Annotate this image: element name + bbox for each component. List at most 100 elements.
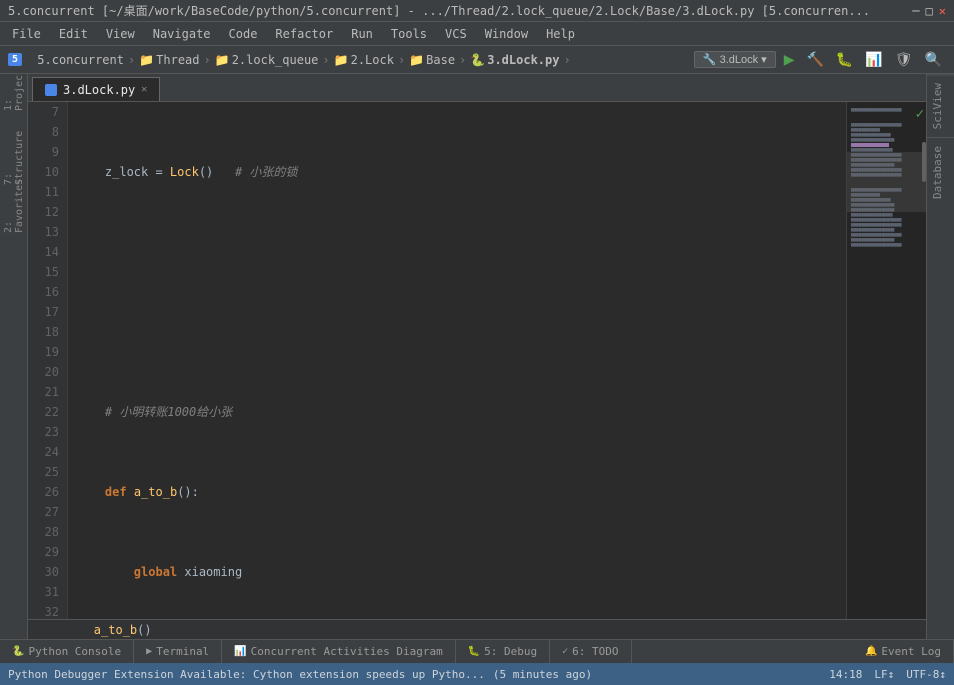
breadcrumb-bar: 5 5.concurrent › 📁 Thread › 📁 2.lock_que… xyxy=(0,46,954,74)
line-num-26: 26 xyxy=(32,482,59,502)
line-num-22: 22 xyxy=(32,402,59,422)
right-panel: SciView Database xyxy=(926,74,954,639)
maximize-btn[interactable]: □ xyxy=(926,4,933,18)
tab-close-btn[interactable]: ✕ xyxy=(141,84,147,95)
structure-icon-panel[interactable]: 7: Structure xyxy=(2,146,26,170)
breadcrumb-concurrent[interactable]: 5.concurrent xyxy=(37,53,124,67)
concurrent-icon: 📊 xyxy=(234,646,246,657)
profile-btn[interactable]: 📊 xyxy=(861,49,886,70)
debug-btn[interactable]: 🐛 xyxy=(832,49,857,70)
line-num-27: 27 xyxy=(32,502,59,522)
breadcrumb-folder-icon2: 📁 xyxy=(215,53,230,67)
line-num-23: 23 xyxy=(32,422,59,442)
concurrent-label: Concurrent Activities Diagram xyxy=(251,645,443,658)
todo-icon: ✓ xyxy=(562,646,568,657)
status-message: Python Debugger Extension Available: Cyt… xyxy=(8,668,485,681)
line-num-31: 31 xyxy=(32,582,59,602)
close-btn[interactable]: ✕ xyxy=(939,4,946,18)
breadcrumb-file-icon: 🐍 xyxy=(470,53,485,67)
line-num-20: 20 xyxy=(32,362,59,382)
status-right: 14:18 LF↕ UTF-8↕ xyxy=(829,668,946,681)
breadcrumb-folder-icon3: 📁 xyxy=(334,53,349,67)
line-numbers: 7 8 9 10 ▼11 12 13 14 15 ▼16 17 18 19 20… xyxy=(28,102,68,619)
run-btn[interactable]: ▶ xyxy=(780,49,799,70)
coverage-btn[interactable]: 🛡 xyxy=(891,49,917,70)
bottom-tab-terminal[interactable]: ▶ Terminal xyxy=(134,640,222,663)
status-bar: Python Debugger Extension Available: Cyt… xyxy=(0,663,954,685)
breadcrumb-thread[interactable]: Thread xyxy=(156,53,199,67)
terminal-icon: ▶ xyxy=(146,646,152,657)
favorites-icon[interactable]: 2: Favorites xyxy=(2,194,26,218)
vtab-database[interactable]: Database xyxy=(927,137,954,207)
menu-vcs[interactable]: VCS xyxy=(437,25,475,43)
eventlog-label: Event Log xyxy=(881,645,941,658)
line-num-16: ▼16 xyxy=(32,282,59,302)
line-num-21: 21 xyxy=(32,382,59,402)
left-panel: 1: Project 7: Structure 2: Favorites xyxy=(0,74,28,639)
code-content[interactable]: z_lock = Lock() # 小张的锁 # 小明转账1000给小张 def… xyxy=(68,102,846,619)
title-bar: 5.concurrent [~/桌面/work/BaseCode/python/… xyxy=(0,0,954,22)
bottom-tab-debug[interactable]: 🐛 5: Debug xyxy=(456,640,550,663)
python-file-icon xyxy=(45,84,57,96)
menu-edit[interactable]: Edit xyxy=(51,25,96,43)
debug-icon: 🐛 xyxy=(468,646,480,657)
menu-tools[interactable]: Tools xyxy=(383,25,435,43)
line-num-17: 17 xyxy=(32,302,59,322)
line-num-28: 28 xyxy=(32,522,59,542)
breadcrumb-folder-icon4: 📁 xyxy=(409,53,424,67)
todo-label: 6: TODO xyxy=(572,645,618,658)
line-num-8: 8 xyxy=(32,122,59,142)
menu-help[interactable]: Help xyxy=(538,25,583,43)
breadcrumb-base[interactable]: Base xyxy=(426,53,455,67)
eventlog-icon: 🔔 xyxy=(865,646,877,657)
structure-dropdown-btn[interactable]: 🔧 3.dLock ▾ xyxy=(694,51,776,68)
python-console-icon: 🐍 xyxy=(12,646,24,657)
breadcrumb-lock-queue[interactable]: 2.lock_queue xyxy=(232,53,319,67)
line-num-9: 9 xyxy=(32,142,59,162)
search-btn[interactable]: 🔍 xyxy=(921,49,946,70)
build-btn[interactable]: 🔨 xyxy=(802,49,827,70)
tab-bar: 3.dLock.py ✕ xyxy=(28,74,926,102)
line-num-19: 19 xyxy=(32,342,59,362)
breadcrumb-lock[interactable]: 2.Lock xyxy=(351,53,394,67)
minimap: ████████████████████████████ ███████████… xyxy=(846,102,926,619)
project-badge: 5 xyxy=(8,53,22,66)
bottom-tab-todo[interactable]: ✓ 6: TODO xyxy=(550,640,631,663)
line-num-15: 15 xyxy=(32,262,59,282)
line-num-13: 13 xyxy=(32,222,59,242)
minimap-highlight xyxy=(847,152,926,212)
status-time: (5 minutes ago) xyxy=(493,668,592,681)
breadcrumb: 5 5.concurrent › 📁 Thread › 📁 2.lock_que… xyxy=(8,53,573,67)
menu-window[interactable]: Window xyxy=(477,25,536,43)
tab-filename: 3.dLock.py xyxy=(63,83,135,97)
menu-navigate[interactable]: Navigate xyxy=(145,25,219,43)
editor-tab-dlock[interactable]: 3.dLock.py ✕ xyxy=(32,77,160,101)
project-icon[interactable]: 1: Project xyxy=(2,78,26,102)
bottom-tab-python-console[interactable]: 🐍 Python Console xyxy=(0,640,134,663)
status-line-ending: LF↕ xyxy=(874,668,894,681)
menu-code[interactable]: Code xyxy=(221,25,266,43)
breadcrumb-file[interactable]: 3.dLock.py xyxy=(487,53,559,67)
status-line-col: 14:18 xyxy=(829,668,862,681)
minimap-scrollbar[interactable] xyxy=(922,142,926,182)
menu-run[interactable]: Run xyxy=(343,25,381,43)
code-editor[interactable]: 7 8 9 10 ▼11 12 13 14 15 ▼16 17 18 19 20… xyxy=(28,102,926,619)
minimize-btn[interactable]: ─ xyxy=(912,4,919,18)
line-num-10: 10 xyxy=(32,162,59,182)
code-line-10: # 小明转账1000给小张 xyxy=(76,402,838,422)
menu-bar: File Edit View Navigate Code Refactor Ru… xyxy=(0,22,954,46)
menu-refactor[interactable]: Refactor xyxy=(267,25,341,43)
right-toolbar: 🔧 3.dLock ▾ ▶ 🔨 🐛 📊 🛡 🔍 xyxy=(694,49,946,70)
bottom-code-line: a_to_b() xyxy=(28,619,926,639)
menu-view[interactable]: View xyxy=(98,25,143,43)
breadcrumb-folder-icon: 📁 xyxy=(139,53,154,67)
bottom-tab-eventlog[interactable]: 🔔 Event Log xyxy=(853,640,954,663)
line-num-14: 14 xyxy=(32,242,59,262)
code-line-8 xyxy=(76,242,838,262)
bottom-tab-concurrent[interactable]: 📊 Concurrent Activities Diagram xyxy=(222,640,456,663)
line-num-7: 7 xyxy=(32,102,59,122)
vtab-sciview[interactable]: SciView xyxy=(927,74,954,137)
line-num-32: 32 xyxy=(32,602,59,619)
title-text: 5.concurrent [~/桌面/work/BaseCode/python/… xyxy=(8,2,870,19)
menu-file[interactable]: File xyxy=(4,25,49,43)
